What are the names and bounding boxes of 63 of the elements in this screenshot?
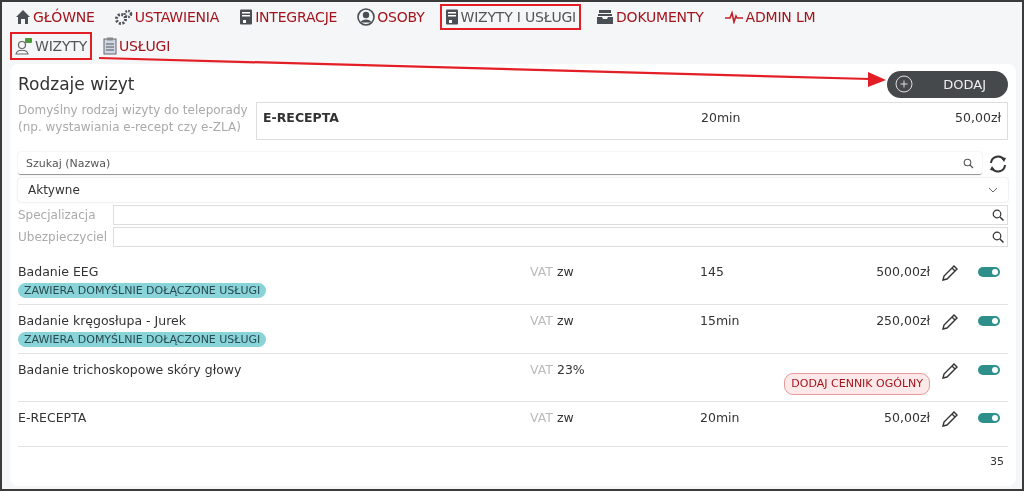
clipboard-icon bbox=[103, 37, 118, 55]
duration-text: 20min bbox=[700, 409, 741, 427]
user-chat-icon bbox=[15, 37, 33, 55]
pricing-tag[interactable]: DODAJ CENNIK OGÓLNY bbox=[784, 373, 930, 395]
pulse-icon bbox=[723, 10, 744, 24]
vat-value: zw bbox=[556, 264, 574, 279]
nav-tab[interactable]: OSOBY bbox=[352, 3, 430, 31]
vat-label: VAT bbox=[530, 362, 553, 377]
visit-name: Badanie kręgosłupa - Jurek bbox=[18, 312, 187, 330]
visit-name: E-RECEPTA bbox=[18, 409, 88, 427]
field-label: Ubezpieczyciel bbox=[18, 230, 109, 244]
vat-label: VAT bbox=[530, 264, 553, 279]
field-label: Domyślny rodzaj wizyty do teleporady (np. wystawiania e-recept czy e-ZLA) bbox=[18, 102, 249, 136]
vat-value: zw bbox=[556, 313, 574, 328]
search-icon bbox=[992, 209, 1004, 221]
add-button[interactable]: DODAJ bbox=[887, 70, 1008, 98]
vat-label: VAT bbox=[530, 313, 553, 328]
nav-tab[interactable]: GŁÓWNE bbox=[10, 4, 100, 30]
visit-name: Badanie trichoskopowe skóry głowy bbox=[18, 361, 243, 379]
refresh-icon bbox=[988, 153, 1008, 174]
search-icon bbox=[992, 231, 1004, 243]
page-title: Rodzaje wizyt bbox=[18, 74, 135, 94]
chevron-down-icon bbox=[988, 187, 998, 193]
home-icon bbox=[15, 9, 31, 25]
field-label: Specjalizacja bbox=[18, 208, 97, 222]
nav-tab[interactable]: DOKUMENTY bbox=[591, 4, 709, 30]
toggle-switch[interactable] bbox=[978, 365, 1000, 375]
nav-tab[interactable]: USŁUGI bbox=[98, 32, 176, 60]
vat-value: zw bbox=[556, 410, 574, 425]
nav-tab[interactable]: INTEGRACJE bbox=[234, 4, 343, 30]
teleporada-field[interactable]: E-RECEPTA 20min 50,00zł bbox=[256, 102, 1008, 140]
toggle-switch[interactable] bbox=[978, 316, 1000, 326]
status-dropdown[interactable]: Aktywne bbox=[18, 178, 1008, 202]
nav-tab[interactable]: ADMIN LM bbox=[718, 4, 821, 30]
filter-field[interactable] bbox=[113, 205, 1008, 225]
toggle-switch[interactable] bbox=[978, 267, 1000, 277]
nav-tab[interactable]: USTAWIENIA bbox=[109, 4, 225, 30]
search-icon bbox=[963, 158, 974, 169]
nav-tab[interactable]: WIZYTY bbox=[10, 32, 93, 60]
price-text: 500,00zł bbox=[876, 263, 930, 281]
total-count: 35 bbox=[990, 455, 1004, 468]
search-field[interactable]: Szukaj (Nazwa) bbox=[18, 152, 982, 175]
price-text: 50,00zł bbox=[884, 409, 930, 427]
plus-icon bbox=[895, 75, 914, 93]
nav-tab[interactable]: WIZYTY I USŁUGI bbox=[439, 4, 582, 30]
duration-text: 145 bbox=[700, 263, 725, 281]
inbox-tray-icon bbox=[596, 9, 615, 25]
document-icon bbox=[239, 9, 254, 25]
duration-text: 15min bbox=[700, 312, 741, 330]
pencil-icon bbox=[940, 263, 960, 283]
user-icon bbox=[357, 8, 376, 26]
price-text: 250,00zł bbox=[876, 312, 930, 330]
pencil-icon bbox=[940, 409, 960, 429]
toggle-switch[interactable] bbox=[978, 413, 1000, 423]
vat-label: VAT bbox=[530, 410, 553, 425]
visit-name: Badanie EEG bbox=[18, 263, 100, 281]
document-icon bbox=[444, 9, 459, 25]
filter-field[interactable] bbox=[113, 227, 1008, 247]
pencil-icon bbox=[940, 312, 960, 332]
services-tag: ZAWIERA DOMYŚLNIE DOŁĄCZONE USŁUGI bbox=[18, 332, 267, 347]
vat-value: 23% bbox=[556, 362, 585, 377]
services-tag: ZAWIERA DOMYŚLNIE DOŁĄCZONE USŁUGI bbox=[18, 283, 267, 298]
pencil-icon bbox=[940, 361, 960, 381]
